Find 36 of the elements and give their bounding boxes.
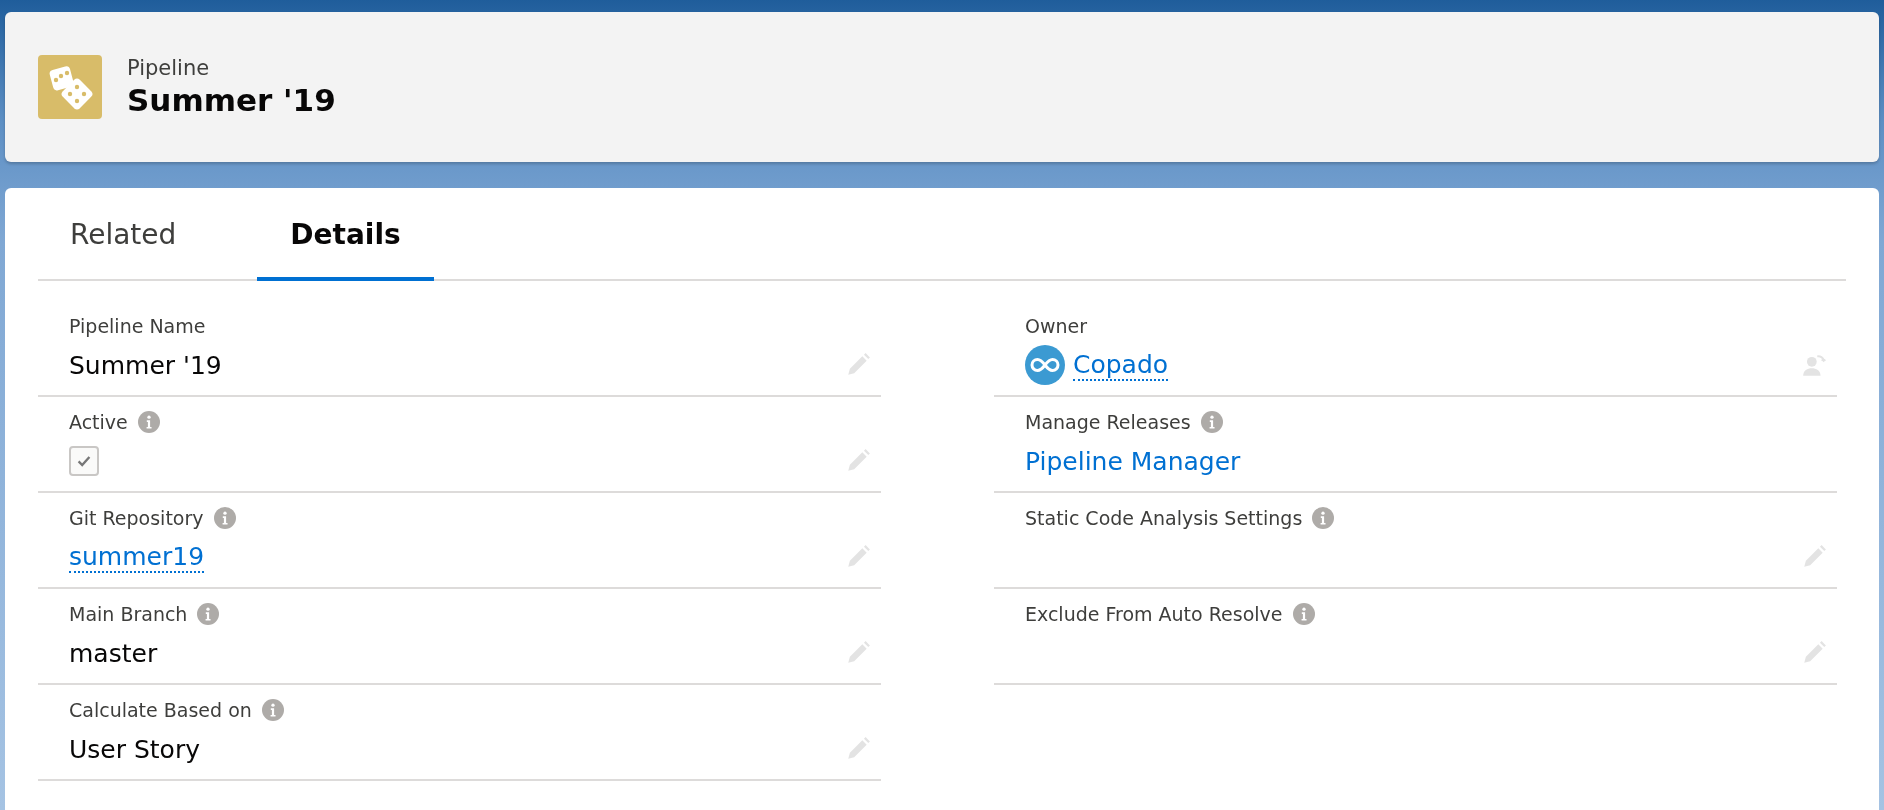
pencil-icon[interactable] — [845, 448, 871, 474]
field-link[interactable]: summer19 — [69, 541, 205, 573]
field-label: Manage Releases — [1025, 411, 1191, 433]
field-link[interactable]: Pipeline Manager — [1025, 446, 1241, 476]
info-icon[interactable] — [137, 411, 160, 433]
change-owner-icon[interactable] — [1801, 352, 1827, 378]
pencil-icon[interactable] — [845, 544, 871, 570]
tab[interactable]: Details — [257, 188, 434, 281]
owner-link[interactable]: Copado — [1073, 349, 1169, 381]
info-icon[interactable] — [213, 507, 236, 529]
field-label: Pipeline Name — [69, 315, 206, 337]
infinity-avatar-icon — [1025, 345, 1065, 385]
info-icon[interactable] — [261, 699, 284, 721]
field-label: Owner — [1025, 315, 1088, 337]
field-label: Main Branch — [69, 603, 188, 625]
field-label: Exclude From Auto Resolve — [1025, 603, 1283, 625]
field-value: master — [69, 638, 158, 668]
record-title: Summer '19 — [127, 82, 336, 118]
field-label: Static Code Analysis Settings — [1025, 507, 1303, 529]
field-label: Active — [69, 411, 128, 433]
pencil-icon[interactable] — [845, 352, 871, 378]
field-value: Summer '19 — [69, 350, 222, 380]
field-label: Calculate Based on — [69, 699, 252, 721]
info-icon[interactable] — [1200, 411, 1223, 433]
info-icon[interactable] — [197, 603, 220, 625]
object-type-label: Pipeline — [127, 56, 211, 80]
field-value: User Story — [69, 734, 200, 764]
tab[interactable]: Related — [38, 188, 210, 281]
pencil-icon[interactable] — [845, 640, 871, 666]
field-label: Git Repository — [69, 507, 204, 529]
pencil-icon[interactable] — [1801, 544, 1827, 570]
dice-icon — [38, 55, 102, 119]
info-icon[interactable] — [1312, 507, 1335, 529]
info-icon[interactable] — [1292, 603, 1315, 625]
pencil-icon[interactable] — [845, 736, 871, 762]
pencil-icon[interactable] — [1801, 640, 1827, 666]
